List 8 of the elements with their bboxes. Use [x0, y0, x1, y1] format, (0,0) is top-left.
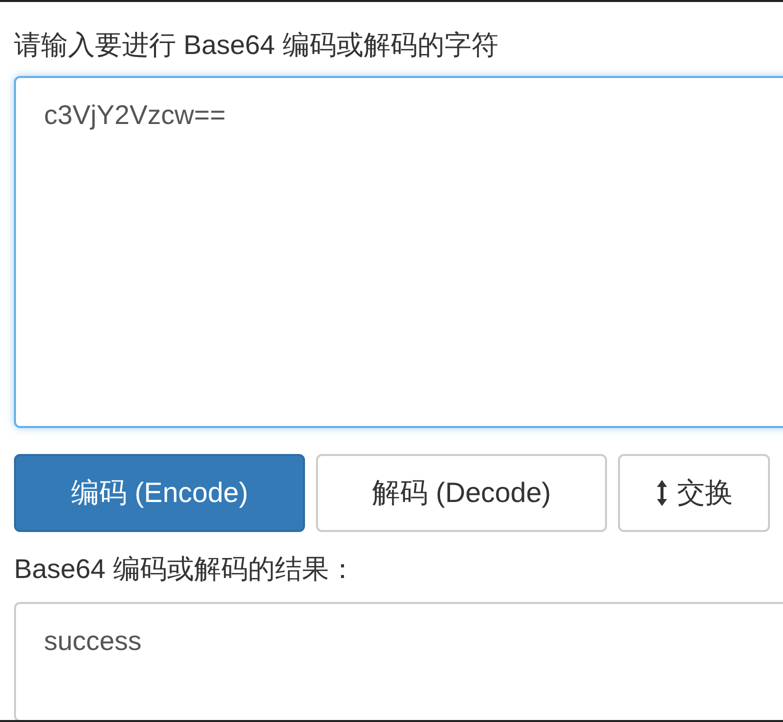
- decode-button[interactable]: 解码 (Decode): [316, 454, 607, 532]
- encode-button[interactable]: 编码 (Encode): [14, 454, 305, 532]
- input-label: 请输入要进行 Base64 编码或解码的字符: [14, 29, 500, 62]
- result-field[interactable]: success: [14, 602, 783, 720]
- vertical-arrows-icon: [655, 478, 669, 508]
- input-field[interactable]: c3VjY2Vzcw==: [14, 76, 783, 428]
- result-label: Base64 编码或解码的结果：: [14, 553, 358, 586]
- swap-button[interactable]: 交换: [618, 454, 770, 532]
